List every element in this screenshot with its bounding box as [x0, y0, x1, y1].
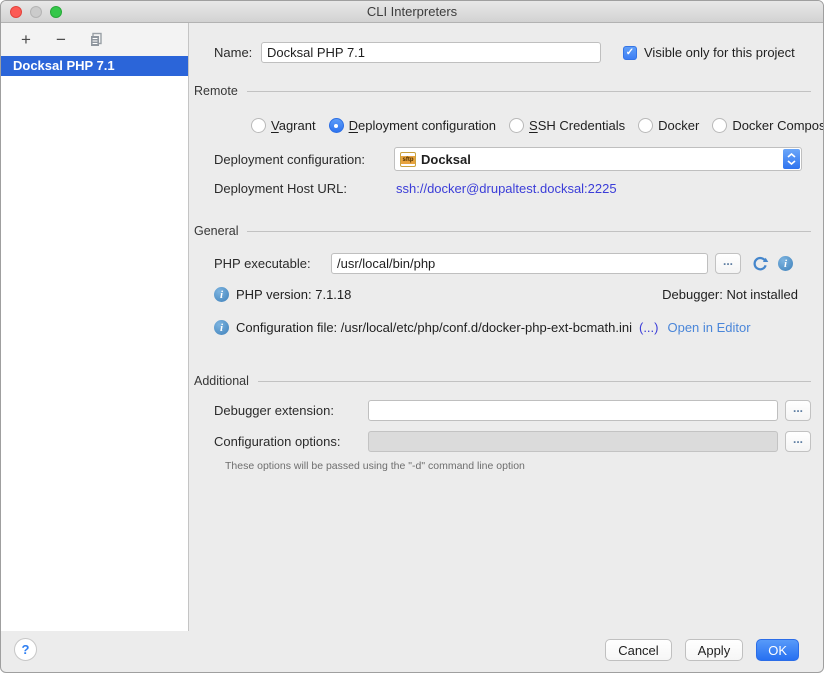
browse-config-options-button[interactable]: ...	[785, 431, 811, 452]
info-icon: i	[214, 320, 229, 335]
combo-stepper-icon[interactable]	[783, 149, 800, 169]
radio-circle-icon[interactable]	[712, 118, 727, 133]
radio-label: Docker Compose	[732, 118, 824, 133]
config-options-label: Configuration options:	[214, 434, 368, 449]
radio-docker-compose[interactable]: Docker Compose	[712, 118, 824, 133]
remove-icon[interactable]: −	[52, 31, 70, 49]
additional-section-header: Additional	[194, 374, 811, 388]
name-label: Name:	[214, 45, 253, 60]
radio-label: SSH Credentials	[529, 118, 625, 133]
deployment-host-url: ssh://docker@drupaltest.docksal:2225	[396, 181, 617, 196]
cli-interpreters-dialog: CLI Interpreters + − Docksal PHP 7.1 Nam…	[0, 0, 824, 673]
radio-circle-icon[interactable]	[509, 118, 524, 133]
additional-section-label: Additional	[194, 374, 249, 388]
remote-radio-group: Vagrant Deployment configuration SSH Crede…	[251, 118, 824, 133]
general-section-header: General	[194, 224, 811, 238]
config-file-more-link[interactable]: (...)	[639, 320, 659, 335]
deployment-config-label: Deployment configuration:	[214, 152, 394, 167]
config-file-text: Configuration file: /usr/local/etc/php/c…	[236, 320, 632, 335]
apply-button[interactable]: Apply	[685, 639, 744, 661]
dialog-footer: ? Cancel Apply OK	[1, 629, 823, 672]
general-section-label: General	[194, 224, 238, 238]
php-executable-label: PHP executable:	[214, 256, 331, 271]
sftp-server-icon	[400, 152, 416, 167]
radio-label: Vagrant	[271, 118, 316, 133]
radio-circle-icon[interactable]	[251, 118, 266, 133]
info-icon[interactable]: i	[778, 256, 793, 271]
settings-panel: Name: ✓ Visible only for this project Re…	[189, 23, 824, 631]
debugger-extension-input[interactable]	[368, 400, 778, 421]
interpreter-list: Docksal PHP 7.1	[1, 56, 188, 76]
debugger-status: Debugger: Not installed	[662, 287, 798, 303]
section-divider	[258, 381, 811, 382]
section-divider	[247, 91, 811, 92]
radio-label: Deployment configuration	[349, 118, 496, 133]
list-item[interactable]: Docksal PHP 7.1	[1, 56, 188, 76]
php-executable-input[interactable]	[331, 253, 708, 274]
open-in-editor-link[interactable]: Open in Editor	[667, 320, 750, 335]
remote-section-label: Remote	[194, 84, 238, 98]
config-options-input[interactable]	[368, 431, 778, 452]
copy-icon[interactable]	[87, 31, 105, 49]
radio-vagrant[interactable]: Vagrant	[251, 118, 316, 133]
reload-phpinfo-icon[interactable]	[751, 255, 769, 273]
window-title: CLI Interpreters	[1, 1, 823, 23]
radio-circle-icon[interactable]	[329, 118, 344, 133]
cancel-button[interactable]: Cancel	[605, 639, 671, 661]
name-input[interactable]	[261, 42, 601, 63]
radio-ssh-credentials[interactable]: SSH Credentials	[509, 118, 625, 133]
deployment-config-value: Docksal	[421, 152, 471, 167]
debugger-extension-label: Debugger extension:	[214, 403, 368, 418]
add-icon[interactable]: +	[17, 31, 35, 49]
info-icon: i	[214, 287, 229, 302]
help-button[interactable]: ?	[14, 638, 37, 661]
browse-executable-button[interactable]: ...	[715, 253, 741, 274]
deployment-config-select[interactable]: Docksal	[394, 147, 802, 171]
titlebar: CLI Interpreters	[1, 1, 823, 23]
php-version-text: PHP version: 7.1.18	[236, 287, 351, 302]
remote-section-header: Remote	[194, 84, 811, 98]
browse-debugger-ext-button[interactable]: ...	[785, 400, 811, 421]
options-note: These options will be passed using the "…	[225, 460, 525, 472]
radio-circle-icon[interactable]	[638, 118, 653, 133]
radio-deployment-configuration[interactable]: Deployment configuration	[329, 118, 496, 133]
radio-label: Docker	[658, 118, 699, 133]
interpreter-list-panel: + − Docksal PHP 7.1	[1, 23, 189, 631]
check-icon: ✓	[626, 47, 634, 58]
host-url-label: Deployment Host URL:	[214, 181, 396, 196]
ok-button[interactable]: OK	[756, 639, 799, 661]
radio-docker[interactable]: Docker	[638, 118, 699, 133]
visible-project-label: Visible only for this project	[644, 45, 795, 60]
list-toolbar: + −	[1, 23, 188, 56]
section-divider	[247, 231, 811, 232]
visible-project-checkbox[interactable]: ✓	[623, 46, 637, 60]
